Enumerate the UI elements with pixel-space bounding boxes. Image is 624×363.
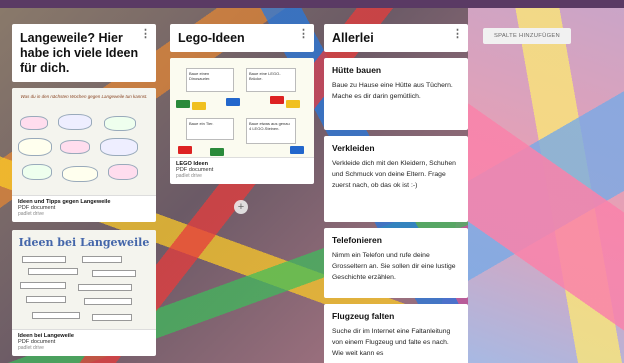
brick — [270, 96, 284, 104]
attachment-meta: LEGO Ideen PDF document padlet drive — [170, 158, 314, 184]
column-header[interactable]: Lego-Ideen ⋮ — [170, 24, 314, 52]
slip — [92, 270, 136, 277]
column-allerlei: Allerlei ⋮ Hütte bauen Baue zu Hause ein… — [324, 24, 468, 363]
column-header[interactable]: Allerlei ⋮ — [324, 24, 468, 52]
slip — [22, 256, 66, 263]
slip — [20, 282, 66, 289]
attachment-card[interactable]: Ideen bei Langeweile Ideen bei Langeweil… — [12, 230, 156, 356]
top-bar — [0, 0, 624, 8]
post-card[interactable]: Telefonieren Nimm ein Telefon und rufe d… — [324, 228, 468, 298]
brick — [226, 98, 240, 106]
attachment-source: padlet drive — [18, 345, 44, 351]
post-card[interactable]: Flugzeug falten Suche dir im Internet ei… — [324, 304, 468, 363]
post-card[interactable]: Verkleiden Verkleide dich mit den Kleide… — [324, 136, 468, 222]
background-image-right — [468, 0, 624, 363]
thumbnail-heading: Was du in den nächsten Wochen gegen Lang… — [20, 94, 148, 99]
column-title: Lego-Ideen — [178, 31, 245, 45]
brick — [210, 148, 224, 156]
pdf-thumbnail: Ideen bei Langeweile — [12, 230, 156, 330]
bubble — [60, 140, 90, 154]
bubble — [100, 138, 138, 156]
slip — [78, 284, 132, 291]
column-lego-ideen: Lego-Ideen ⋮ Baue einen Dinosaurier. Bau… — [170, 24, 314, 184]
bubble — [108, 164, 138, 180]
column-header[interactable]: Langeweile? Hier habe ich viele Ideen fü… — [12, 24, 156, 82]
post-title: Telefonieren — [332, 235, 382, 245]
pdf-thumbnail: Baue einen Dinosaurier. Baue eine LEGO-B… — [170, 58, 314, 158]
slip — [92, 314, 132, 321]
brick — [286, 100, 300, 108]
brick — [178, 146, 192, 154]
attachment-card[interactable]: Was du in den nächsten Wochen gegen Lang… — [12, 88, 156, 222]
attachment-source: padlet drive — [18, 211, 44, 217]
slip — [26, 296, 66, 303]
post-body: Nimm ein Telefon und rufe deine Grosselt… — [332, 252, 456, 281]
post-title: Hütte bauen — [332, 65, 382, 75]
bubble — [20, 116, 48, 130]
thumbnail-heading: Ideen bei Langeweile — [18, 236, 150, 249]
attachment-meta: Ideen bei Langeweile PDF document padlet… — [12, 330, 156, 356]
bubble — [58, 114, 92, 130]
column-title: Langeweile? Hier habe ich viele Ideen fü… — [20, 31, 139, 75]
lego-label: Baue ein Tier. — [186, 118, 234, 140]
post-body: Suche dir im Internet eine Faltanleitung… — [332, 328, 451, 357]
lego-label: Baue einen Dinosaurier. — [186, 68, 234, 92]
add-column-button[interactable]: SPALTE HINZUFÜGEN — [483, 28, 571, 44]
more-vertical-icon[interactable]: ⋮ — [140, 29, 151, 40]
column-title: Allerlei — [332, 31, 374, 45]
slip — [32, 312, 80, 319]
slip — [84, 298, 132, 305]
slip — [82, 256, 122, 263]
attachment-meta: Ideen und Tipps gegen Langeweile PDF doc… — [12, 196, 156, 222]
column-langeweile: Langeweile? Hier habe ich viele Ideen fü… — [12, 24, 156, 356]
lego-label: Baue etwas aus genau 4 LEGO-Steinen. — [246, 118, 296, 144]
more-vertical-icon[interactable]: ⋮ — [452, 29, 463, 40]
attachment-source: padlet drive — [176, 173, 202, 179]
bubble — [104, 116, 136, 131]
brick — [176, 100, 190, 108]
post-card[interactable]: Hütte bauen Baue zu Hause eine Hütte aus… — [324, 58, 468, 130]
lego-label: Baue eine LEGO-Brücke. — [246, 68, 296, 92]
brick — [192, 102, 206, 110]
plus-icon[interactable]: + — [234, 200, 248, 214]
post-title: Flugzeug falten — [332, 311, 395, 321]
attachment-card[interactable]: Baue einen Dinosaurier. Baue eine LEGO-B… — [170, 58, 314, 184]
bubble — [18, 138, 52, 156]
post-body: Verkleide dich mit den Kleidern, Schuhen… — [332, 160, 456, 189]
brick — [290, 146, 304, 154]
more-vertical-icon[interactable]: ⋮ — [298, 29, 309, 40]
bubble — [22, 164, 52, 180]
pdf-thumbnail: Was du in den nächsten Wochen gegen Lang… — [12, 88, 156, 196]
post-title: Verkleiden — [332, 143, 375, 153]
bubble — [62, 166, 98, 182]
slip — [28, 268, 78, 275]
post-body: Baue zu Hause eine Hütte aus Tüchern. Ma… — [332, 82, 453, 100]
